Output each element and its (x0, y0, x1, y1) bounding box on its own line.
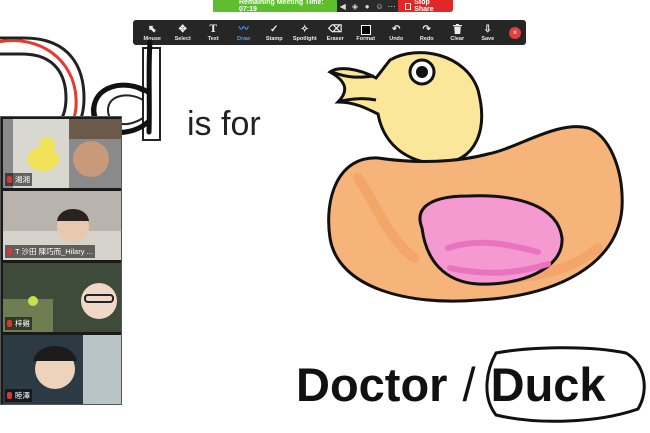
duck-word-circle (485, 346, 646, 423)
participant-name-tag: T 沙田 陳巧而_Hilary ... (5, 245, 95, 258)
participant-name-tag: 湘湘 (5, 173, 32, 186)
word-doctor: Doctor (296, 358, 448, 411)
participant-name-tag: 梓雞 (5, 317, 32, 330)
video-tile[interactable]: 湘湘 (3, 119, 121, 188)
tool-label: Spotlight (292, 35, 317, 42)
format-swatch-icon (360, 25, 371, 35)
meeting-status-bar: Remaining Meeting Time: 07:19 ◀ ◈ ● ☺ ⋯ … (213, 0, 453, 13)
record-icon[interactable]: ● (361, 2, 373, 11)
tool-label: Stamp (265, 35, 283, 42)
stop-square-icon (404, 2, 412, 10)
save-download-icon: ⇩ (483, 23, 492, 35)
participant-name: T 沙田 陳巧而_Hilary ... (15, 247, 93, 256)
video-tile[interactable]: 睦澤 (3, 335, 121, 404)
tool-draw[interactable]: 〰 Draw (229, 20, 260, 45)
participant-name: 梓雞 (15, 319, 30, 328)
text-t-icon: T (209, 23, 217, 35)
tool-label: Draw (237, 35, 251, 42)
more-icon[interactable]: ⋯ (386, 2, 398, 11)
tool-text[interactable]: T Text (198, 20, 229, 45)
checkmark-stamp-icon: ✓ (270, 23, 279, 35)
muted-mic-icon (7, 320, 12, 327)
remaining-meeting-time: Remaining Meeting Time: 07:19 (213, 0, 337, 13)
spotlight-wand-icon: ✧ (300, 23, 309, 35)
is-for-text: is for (187, 105, 261, 143)
shield-icon[interactable]: ◈ (349, 2, 361, 11)
video-tile[interactable]: 梓雞 (3, 263, 121, 332)
redo-icon: ↷ (422, 23, 431, 35)
tool-stamp[interactable]: ✓ Stamp (259, 20, 290, 45)
stop-share-button[interactable]: Stop Share (397, 0, 453, 13)
undo-icon: ↶ (392, 23, 401, 35)
trash-icon (452, 23, 462, 36)
pen-line-icon: 〰 (238, 23, 249, 35)
tool-label: Text (207, 35, 219, 42)
move-arrows-icon: ✥ (178, 23, 187, 35)
participant-name: 睦澤 (15, 391, 30, 400)
participant-video-gallery: 湘湘 T 沙田 陳巧而_Hilary ... 梓雞 睦澤 (0, 116, 122, 405)
slash-separator: / (462, 358, 476, 411)
participant-name-tag: 睦澤 (5, 389, 32, 402)
muted-mic-icon (7, 176, 12, 183)
muted-mic-icon (7, 392, 12, 399)
tool-spotlight[interactable]: ✧ Spotlight (290, 20, 321, 45)
participants-icon[interactable]: ☺ (373, 2, 385, 11)
stop-share-label: Stop Share (414, 0, 434, 13)
duck-drawing (327, 51, 624, 303)
eraser-icon: ⌫ (328, 23, 343, 35)
close-icon[interactable]: × (509, 26, 521, 39)
video-tile[interactable]: T 沙田 陳巧而_Hilary ... (3, 191, 121, 260)
speaker-icon[interactable]: ◀ (337, 2, 349, 11)
muted-mic-icon (7, 248, 12, 255)
participant-name: 湘湘 (15, 175, 30, 184)
tool-label: Select (174, 35, 191, 42)
